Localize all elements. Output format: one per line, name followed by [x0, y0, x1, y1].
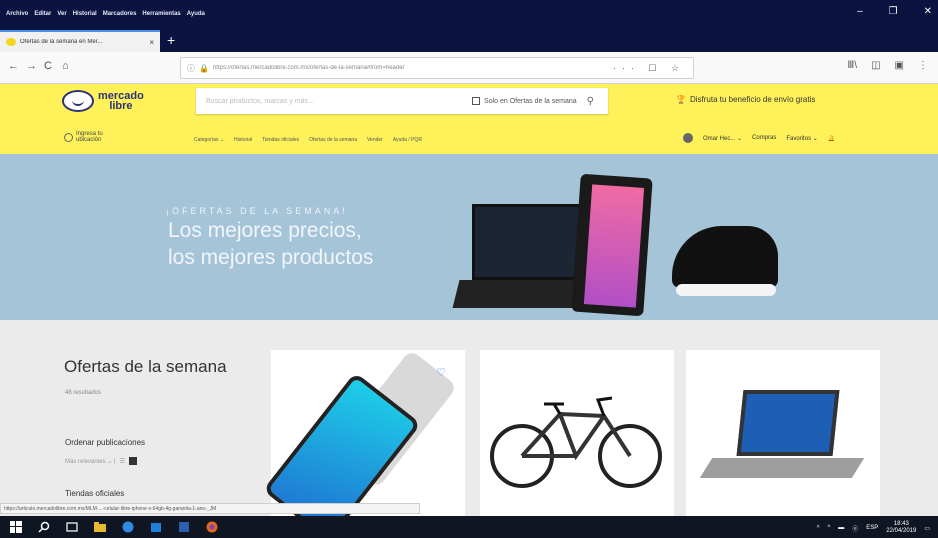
handshake-logo-icon: [62, 90, 94, 112]
banner-laptop-image: [472, 204, 588, 280]
tab-title: Ofertas de la semana en Mer...: [20, 39, 103, 45]
window-controls: – ❐ ✕: [857, 6, 932, 17]
nav-vender[interactable]: Vender: [367, 137, 383, 143]
search-input[interactable]: Buscar productos, marcas y más…: [206, 98, 472, 105]
list-view-icon[interactable]: ☰: [120, 458, 125, 465]
location-line-2: ubicación: [76, 137, 102, 143]
menu-ayuda[interactable]: Ayuda: [187, 11, 205, 17]
nav-historial[interactable]: Historial: [234, 137, 252, 143]
nav-ofertas-semana[interactable]: Ofertas de la semana: [309, 137, 357, 143]
language-indicator[interactable]: ESP: [866, 525, 878, 531]
search-icon[interactable]: [38, 521, 50, 533]
stores-filter-label: Tiendas oficiales: [65, 489, 125, 498]
url-bar[interactable]: ⓘ 🔒 https://ofertas.mercadolibre.com.mx/…: [180, 57, 694, 79]
favorites-link[interactable]: Favoritos ⌄: [786, 135, 817, 142]
grid-view-icon[interactable]: [129, 457, 137, 465]
menu-archivo[interactable]: Archivo: [6, 11, 28, 17]
tab-close-icon[interactable]: ×: [149, 38, 154, 47]
user-menu[interactable]: Omar Hec... ⌄: [703, 135, 742, 142]
lock-icon[interactable]: 🔒: [199, 64, 209, 73]
close-window-button[interactable]: ✕: [924, 6, 932, 17]
store-icon[interactable]: [150, 521, 162, 533]
nav-categorias[interactable]: Categorías ⌄: [194, 137, 224, 143]
notifications-icon[interactable]: ▭: [924, 525, 930, 532]
back-button[interactable]: ←: [8, 60, 19, 72]
only-offers-checkbox[interactable]: Solo en Ofertas de la semana: [472, 97, 577, 105]
people-icon[interactable]: ᴬ: [817, 525, 820, 531]
menu-ver[interactable]: Ver: [57, 11, 66, 17]
banner-headline-2: los mejores productos: [168, 246, 374, 269]
menu-herramientas[interactable]: Herramientas: [142, 11, 180, 17]
nav-tiendas-oficiales[interactable]: Tiendas oficiales: [262, 137, 299, 143]
tab-ofertas[interactable]: Ofertas de la semana en Mer... ×: [0, 30, 160, 52]
sort-label: Ordenar publicaciones: [65, 438, 146, 447]
banner-phone-screen: [583, 184, 645, 308]
avatar[interactable]: [683, 133, 693, 143]
firefox-icon[interactable]: [206, 521, 218, 533]
bell-icon[interactable]: 🔔: [828, 135, 835, 142]
purchases-link[interactable]: Compras: [752, 135, 776, 141]
menu-editar[interactable]: Editar: [34, 11, 51, 17]
system-tray: ᴬ ^ ▬ ⓔ ESP 18:43 22/04/2019 ▭: [817, 521, 930, 535]
windows-start-icon[interactable]: [10, 521, 22, 533]
logo-line-2: libre: [109, 100, 133, 112]
product-laptop-image: [736, 390, 840, 456]
sort-dropdown[interactable]: Más relevantes ⌄ | ☰: [65, 457, 137, 465]
menu-historial[interactable]: Historial: [73, 11, 97, 17]
site-nav: Categorías ⌄ Historial Tiendas oficiales…: [194, 137, 422, 143]
banner-sneaker-sole: [676, 284, 776, 296]
battery-icon[interactable]: ▬: [838, 525, 844, 531]
user-nav: Omar Hec... ⌄ Compras Favoritos ⌄ 🔔: [683, 133, 835, 143]
url-text[interactable]: https://ofertas.mercadolibre.com.mx/ofer…: [213, 65, 613, 71]
home-button[interactable]: ⌂: [62, 60, 69, 72]
nav-ayuda[interactable]: Ayuda / PQR: [393, 137, 422, 143]
sidebar-icon[interactable]: ◫: [871, 60, 880, 71]
mercadolibre-logo[interactable]: mercado libre: [62, 90, 144, 112]
new-tab-button[interactable]: +: [167, 33, 175, 47]
minimize-button[interactable]: –: [857, 6, 863, 17]
product-bicycle-image: [490, 396, 662, 488]
menu-marcadores[interactable]: Marcadores: [103, 11, 137, 17]
restore-button[interactable]: ❐: [889, 6, 898, 17]
browser-window: Archivo Editar Ver Historial Marcadores …: [0, 0, 938, 538]
edge-icon[interactable]: [122, 521, 134, 533]
page-actions-icon[interactable]: ··· ☐ ☆: [613, 63, 685, 74]
banner-kicker: ¡OFERTAS DE LA SEMANA!: [166, 206, 348, 216]
forward-button[interactable]: →: [26, 60, 37, 72]
shipping-promo[interactable]: 🏆 Disfruta tu beneficio de envío gratis: [676, 95, 815, 104]
location-selector[interactable]: Ingresa tu ubicación: [64, 131, 103, 143]
task-view-icon[interactable]: [66, 521, 78, 533]
tray-expand-icon[interactable]: ^: [827, 525, 830, 531]
search-icon[interactable]: ⚲: [587, 96, 594, 107]
location-pin-icon: [64, 132, 73, 142]
clock-date: 22/04/2019: [886, 528, 917, 534]
overflow-menu-icon[interactable]: ⋮: [918, 60, 928, 71]
results-count: 48 resultados: [65, 390, 102, 396]
product-laptop-base: [699, 458, 865, 478]
promo-text: Disfruta tu beneficio de envío gratis: [689, 95, 816, 104]
trophy-icon: 🏆: [676, 95, 686, 104]
status-link: https://articulo.mercadolibre.com.mx/MLM…: [0, 503, 420, 514]
file-explorer-icon[interactable]: [94, 521, 106, 533]
heart-icon[interactable]: ♡: [436, 366, 446, 379]
reload-button[interactable]: C: [44, 60, 52, 72]
banner-headline-1: Los mejores precios,: [168, 219, 362, 242]
network-icon[interactable]: ⓔ: [852, 524, 858, 533]
search-box[interactable]: Buscar productos, marcas y más… Solo en …: [196, 88, 608, 114]
checkbox-icon[interactable]: [472, 97, 481, 105]
mercadolibre-favicon-icon: [6, 38, 16, 46]
extension-icon[interactable]: ▣: [895, 60, 904, 71]
clock[interactable]: 18:43 22/04/2019: [886, 521, 916, 535]
library-icon[interactable]: Ⅲ\: [847, 60, 857, 71]
toolbar-right: Ⅲ\ ◫ ▣ ⋮: [847, 60, 928, 71]
only-offers-label: Solo en Ofertas de la semana: [484, 97, 577, 105]
page-title: Ofertas de la semana: [64, 357, 227, 376]
clock-time: 18:43: [893, 521, 909, 527]
taskbar: [0, 516, 938, 538]
info-icon[interactable]: ⓘ: [187, 63, 195, 74]
sort-value[interactable]: Más relevantes ⌄ |: [65, 458, 116, 465]
menu-bar: Archivo Editar Ver Historial Marcadores …: [0, 0, 938, 28]
word-icon[interactable]: [178, 521, 190, 533]
